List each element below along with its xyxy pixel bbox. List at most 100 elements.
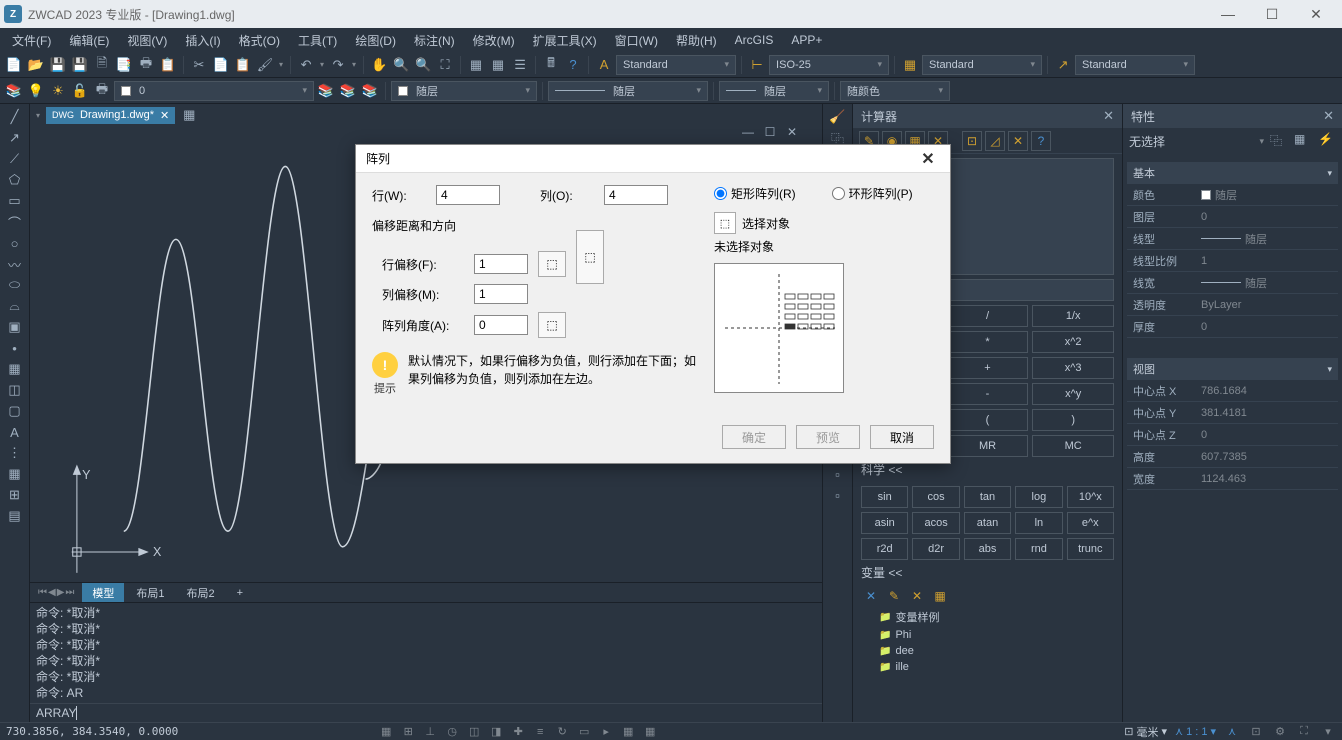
calc-tb-icon[interactable]: ✕ [1008,131,1028,151]
last-icon[interactable]: ⏭ [65,587,74,598]
calc-btn[interactable]: d2r [912,538,959,560]
dim-style-icon[interactable]: ⊢ [747,55,767,75]
calc-btn[interactable]: / [947,305,1029,327]
sb-icon[interactable]: ⚙ [1272,724,1288,740]
preview-button[interactable]: 预览 [796,425,860,449]
table-draw-icon[interactable]: ▦ [6,465,24,483]
circle-icon[interactable]: ○ [6,234,24,252]
calc-btn[interactable]: tan [964,486,1011,508]
first-icon[interactable]: ⏮ [38,587,47,598]
next-icon[interactable]: ▶ [57,587,65,598]
calc-btn[interactable]: e^x [1067,512,1114,534]
props-row[interactable]: 线型比例1 [1127,250,1338,272]
col-offset-input[interactable] [474,284,528,304]
otrack-icon[interactable]: ◨ [488,724,504,740]
file-tab[interactable]: DWG Drawing1.dwg* ✕ [46,107,175,124]
ellipse-icon[interactable]: ⬭ [6,276,24,294]
var-section-header[interactable]: 变量 << [861,560,1114,585]
lineweight-dropdown[interactable]: 随层▾ [719,81,829,101]
gradient-icon[interactable]: ◫ [6,381,24,399]
var-tb-icon[interactable]: ✕ [861,586,881,606]
calc-btn[interactable]: MC [1032,435,1114,457]
more-icon[interactable]: ⋮ [6,444,24,462]
linetype-dropdown[interactable]: 随层▾ [548,81,708,101]
menu-draw[interactable]: 绘图(D) [347,30,404,51]
zoomall-icon[interactable]: ⛶ [435,55,455,75]
rect-array-radio[interactable]: 矩形阵列(R) [714,185,796,202]
menu-edit[interactable]: 编辑(E) [61,30,117,51]
ray-icon[interactable]: ↗ [6,129,24,147]
menu-format[interactable]: 格式(O) [231,30,288,51]
menu-view[interactable]: 视图(V) [119,30,175,51]
var-tb-icon[interactable]: ✕ [907,586,927,606]
calc-btn[interactable]: - [947,383,1029,405]
pick-both-offset-button[interactable]: ⬚ [576,230,604,284]
cycle-icon[interactable]: ↻ [554,724,570,740]
layer-dropdown[interactable]: 0▾ [114,81,314,101]
layerprops2-icon[interactable]: 📚 [338,81,358,101]
dock-minimize-icon[interactable]: — [740,124,756,140]
copy-icon[interactable]: 📄 [211,55,231,75]
ptb-icon[interactable]: ⿻ [1270,132,1288,150]
var-tb-icon[interactable]: ▦ [930,586,950,606]
props-close-icon[interactable]: ✕ [1323,108,1334,124]
freeze-icon[interactable]: ☀ [48,81,68,101]
dialog-close-icon[interactable]: ✕ [916,149,940,169]
calc-btn[interactable]: asin [861,512,908,534]
polar-array-radio[interactable]: 环形阵列(P) [832,185,913,202]
calc-btn[interactable]: + [947,357,1029,379]
sb-icon[interactable]: ⊡ [1248,724,1264,740]
polar-icon[interactable]: ◷ [444,724,460,740]
pick-row-offset-button[interactable]: ⬚ [538,251,566,277]
block-icon[interactable]: ▣ [6,318,24,336]
calc-btn[interactable]: abs [964,538,1011,560]
menu-extend[interactable]: 扩展工具(X) [525,30,605,51]
props-row[interactable]: 中心点 X786.1684 [1127,380,1338,402]
more-icon[interactable]: ▸ [598,724,614,740]
var-item[interactable]: Phi [861,627,1114,643]
layerprops-icon[interactable]: 📚 [316,81,336,101]
table2-icon[interactable]: ▦ [488,55,508,75]
calc-btn[interactable]: ( [947,409,1029,431]
tab-add[interactable]: + [227,585,253,601]
calc-btn[interactable]: r2d [861,538,908,560]
rows-input[interactable] [436,185,500,205]
tab-nav-icon[interactable]: ▾ [36,111,40,120]
rectangle-icon[interactable]: ▭ [6,192,24,210]
polyline-icon[interactable]: ⟋ [6,150,24,168]
table-style-dropdown[interactable]: Standard▾ [922,55,1042,75]
menu-insert[interactable]: 插入(I) [177,30,228,51]
calc-btn[interactable]: x^3 [1032,357,1114,379]
erase-icon[interactable]: 🧹 [829,108,847,126]
properties-icon[interactable]: ☰ [510,55,530,75]
var-item[interactable]: ille [861,659,1114,675]
props-row[interactable]: 颜色随层 [1127,184,1338,206]
var-item[interactable]: 变量样例 [861,607,1114,627]
point-icon[interactable]: • [6,339,24,357]
new-tab-icon[interactable]: ▦ [179,105,199,125]
chevron-icon[interactable]: ▾ [279,60,283,69]
menu-app[interactable]: APP+ [783,31,830,49]
menu-tools[interactable]: 工具(T) [290,30,345,51]
calc-icon[interactable]: 🖩 [541,55,561,75]
menu-annotate[interactable]: 标注(N) [406,30,463,51]
line-icon[interactable]: ╱ [6,108,24,126]
hatch-icon[interactable]: ▦ [6,360,24,378]
calc-btn[interactable]: acos [912,512,959,534]
cols-input[interactable] [604,185,668,205]
calc-btn[interactable]: * [947,331,1029,353]
calc-tb-icon[interactable]: ◿ [985,131,1005,151]
cancel-button[interactable]: 取消 [870,425,934,449]
maximize-button[interactable]: ☐ [1250,0,1294,28]
preview-icon[interactable]: 📑 [114,55,134,75]
ortho-icon[interactable]: ⊥ [422,724,438,740]
model-icon[interactable]: ▭ [576,724,592,740]
plot-layer-icon[interactable]: 🖶 [92,81,112,101]
calc-btn[interactable]: x^2 [1032,331,1114,353]
tab-model[interactable]: 模型 [82,583,124,603]
calc-btn[interactable]: log [1015,486,1062,508]
sb-icon[interactable]: ⛶ [1296,724,1312,740]
props-section-view[interactable]: 视图▾ [1127,358,1338,380]
calc-btn[interactable]: MR [947,435,1029,457]
var-tb-icon[interactable]: ✎ [884,586,904,606]
